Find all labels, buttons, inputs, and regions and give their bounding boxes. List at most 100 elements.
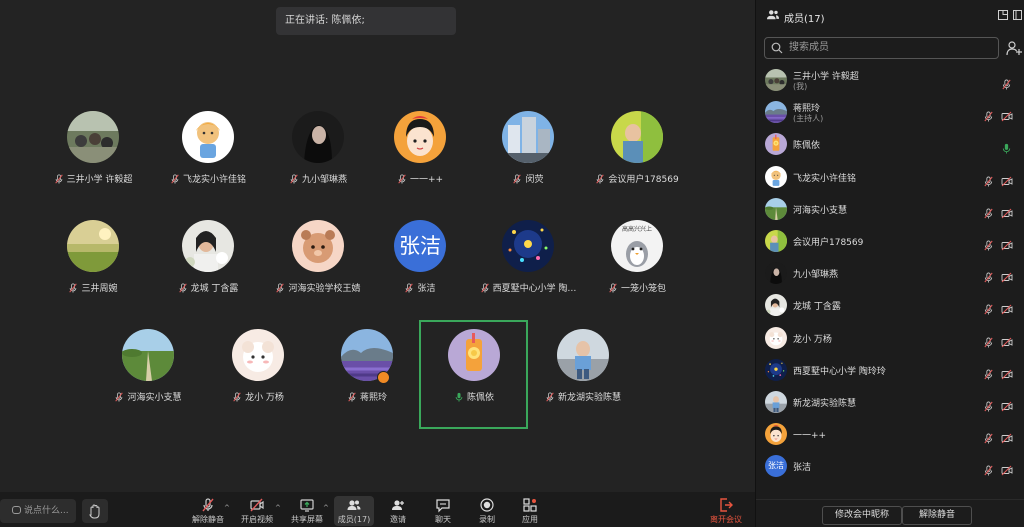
member-mic-status[interactable] [983,236,994,251]
participant-tile[interactable]: 新龙湖实验陈慧 [513,329,653,429]
chat-button[interactable]: 聊天 [432,497,454,527]
meeting-toolbar [0,492,755,527]
mic-muted-icon [398,173,406,184]
mic-muted-icon [171,173,179,184]
member-avatar [765,230,787,252]
member-mic-status[interactable] [983,268,994,283]
member-mic-status[interactable] [983,397,994,412]
camera-off-icon [1001,433,1013,444]
participant-tile[interactable]: 高高兴兴上 一笼小笼包 [567,220,707,320]
member-camera-status[interactable] [1001,107,1013,122]
mic-muted-icon [984,337,993,348]
member-mic-status[interactable] [983,300,994,315]
participant-name: 龙城 丁含露 [190,284,239,294]
apps-button[interactable]: 应用 [519,497,541,527]
participant-tile[interactable]: 会议用户178569 [567,111,707,211]
mic-muted-icon [69,282,78,293]
share-options-chevron-icon[interactable]: ^ [323,504,329,512]
raise-hand-button[interactable] [82,499,108,523]
member-mic-status[interactable] [983,429,994,444]
members-button[interactable]: 成员(17) [334,496,374,526]
participant-name-row: 新龙湖实验陈慧 [513,390,653,403]
member-avatar [765,133,787,155]
member-name: 龙小 万杨 [793,335,832,345]
member-search-input[interactable]: 搜索成员 [764,37,999,59]
exit-icon [720,498,733,512]
member-row[interactable]: 新龙湖实验陈慧 [756,387,1024,419]
member-mic-status[interactable] [983,365,994,380]
member-avatar [765,327,787,349]
leave-meeting-label: 离开会议 [710,515,742,524]
member-camera-status[interactable] [1001,268,1013,283]
member-row[interactable]: 龙城 丁含露 [756,290,1024,322]
participant-name: 龙小 万杨 [245,393,284,403]
member-mic-status[interactable] [1001,75,1012,90]
add-person-icon [392,500,404,510]
start-video-button[interactable]: 开启视频 [240,497,274,527]
member-mic-status[interactable] [983,172,994,187]
invite-button[interactable]: 邀请 [386,497,410,527]
mic-muted-icon [1002,79,1011,90]
invite-member-icon[interactable] [1006,39,1022,57]
member-mic-status[interactable] [1001,139,1012,154]
member-row[interactable]: 三井小学 许毅超 (我) [756,65,1024,97]
camera-off-icon [1001,401,1013,412]
member-camera-status[interactable] [1001,236,1013,251]
member-name: 西夏墅中心小学 陶玲玲 [793,367,886,377]
member-camera-status[interactable] [1001,300,1013,315]
member-row[interactable]: 蒋熙玲 (主持人) [756,97,1024,129]
participant-name: 一笼小笼包 [620,284,666,294]
quick-chat-input[interactable]: 说点什么... [0,499,76,523]
member-row[interactable]: 陈佩依 [756,129,1024,161]
member-row[interactable]: 西夏墅中心小学 陶玲玲 [756,355,1024,387]
member-mic-status[interactable] [983,461,994,476]
member-camera-status[interactable] [1001,333,1013,348]
member-camera-status[interactable] [1001,461,1013,476]
members-label: 成员(17) [337,515,371,524]
mic-muted-icon [178,282,187,293]
member-row[interactable]: 龙小 万杨 [756,323,1024,355]
leave-meeting-button[interactable]: 离开会议 [709,497,743,527]
mic-muted-icon [984,240,993,251]
member-row[interactable]: 九小邹琳燕 [756,258,1024,290]
unmute-request-button[interactable]: 解除静音 [902,506,972,525]
camera-off-icon [1001,272,1013,283]
chat-label: 聊天 [435,515,451,524]
mic-muted-icon [115,391,124,402]
member-camera-status[interactable] [1001,172,1013,187]
member-name: 新龙湖实验陈慧 [793,399,857,409]
member-role: (我) [793,82,808,91]
close-panel-icon[interactable] [1013,10,1022,20]
video-options-chevron-icon[interactable]: ^ [275,504,281,512]
popout-icon[interactable] [998,10,1008,20]
member-camera-status[interactable] [1001,365,1013,380]
member-camera-status[interactable] [1001,397,1013,412]
record-button[interactable]: 录制 [476,497,498,527]
member-mic-status[interactable] [983,107,994,122]
chat-icon [436,499,450,513]
participant-name: 西夏墅中心小学 陶… [492,284,577,294]
member-name: 会议用户178569 [793,238,864,248]
member-row[interactable]: 会议用户178569 [756,226,1024,258]
audio-options-chevron-icon[interactable]: ^ [224,504,230,512]
share-screen-button[interactable]: 共享屏幕 [290,497,324,527]
rename-in-meeting-button[interactable]: 修改会中昵称 [822,506,902,525]
unmute-button[interactable]: 解除静音 [192,497,224,527]
participant-avatar: 张洁 [394,220,446,272]
member-row[interactable]: 飞龙实小许佳铭 [756,162,1024,194]
member-mic-status[interactable] [983,204,994,219]
record-icon [480,498,494,512]
member-mic-status[interactable] [983,333,994,348]
member-row[interactable]: 一一++ [756,419,1024,451]
participant-avatar [67,220,119,272]
mic-muted-icon [984,401,993,412]
member-row[interactable]: 河海实小支慧 [756,194,1024,226]
member-row[interactable]: 张洁 张洁 [756,451,1024,483]
search-icon [771,42,783,54]
mic-muted-icon [233,391,241,402]
member-camera-status[interactable] [1001,204,1013,219]
participant-avatar [502,111,554,163]
member-name: 一一++ [793,431,827,441]
start-video-label: 开启视频 [241,515,273,524]
member-camera-status[interactable] [1001,429,1013,444]
